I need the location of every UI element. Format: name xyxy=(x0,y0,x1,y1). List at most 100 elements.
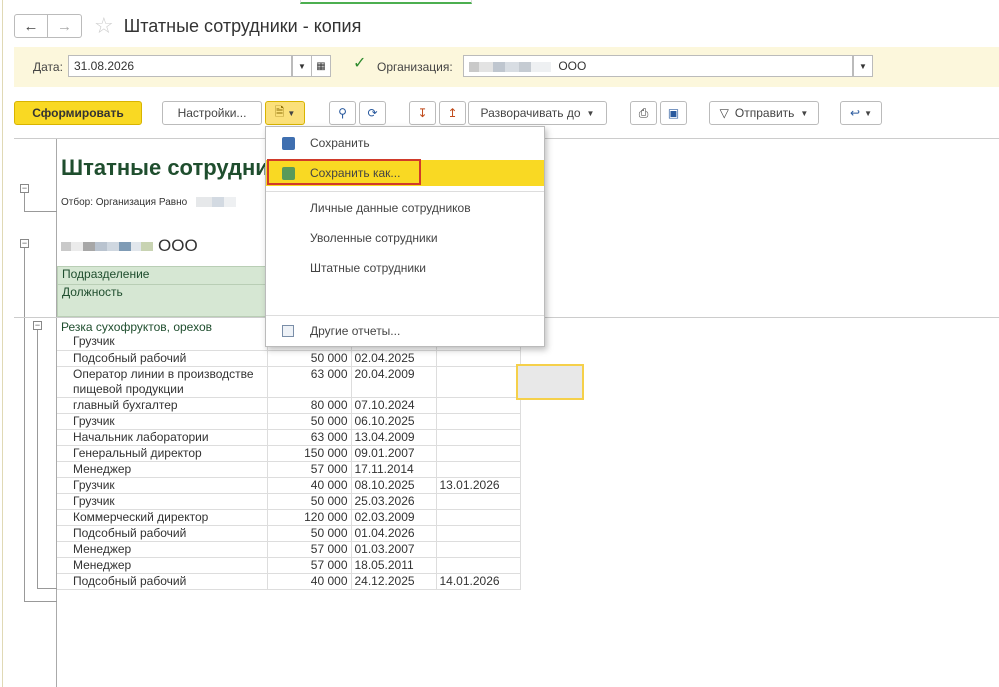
position-cell[interactable]: главный бухгалтер xyxy=(57,397,268,414)
table-row: Оператор линии в производстве пищевой пр… xyxy=(57,366,521,398)
salary-cell[interactable]: 63 000 xyxy=(267,429,352,446)
dismissal-date-cell[interactable]: 14.01.2026 xyxy=(436,573,521,590)
salary-cell[interactable]: 120 000 xyxy=(267,509,352,526)
organization-dropdown-button[interactable]: ▼ xyxy=(853,55,873,77)
hire-date-cell[interactable]: 24.12.2025 xyxy=(351,573,437,590)
generate-button[interactable]: Сформировать xyxy=(14,101,142,125)
position-cell[interactable]: Менеджер xyxy=(57,557,268,574)
calendar-button[interactable]: ▦ xyxy=(311,55,331,77)
hire-date-cell[interactable]: 07.10.2024 xyxy=(351,397,437,414)
hire-date-cell[interactable]: 06.10.2025 xyxy=(351,413,437,430)
print-preview-icon: ▣ xyxy=(667,106,680,120)
print-preview-button[interactable]: ▣ xyxy=(660,101,687,125)
position-cell[interactable]: Оператор линии в производстве пищевой пр… xyxy=(57,366,268,398)
position-cell[interactable]: Грузчик xyxy=(57,413,268,430)
search-button[interactable]: ⚲ xyxy=(329,101,356,125)
salary-cell[interactable]: 57 000 xyxy=(267,541,352,558)
sort-descending-button[interactable]: ↥ xyxy=(439,101,466,125)
position-cell[interactable]: Грузчик xyxy=(57,334,268,351)
table-row: Грузчик 50 000 25.03.2026 xyxy=(57,493,521,510)
hire-date-cell[interactable]: 01.04.2026 xyxy=(351,525,437,542)
salary-cell[interactable]: 40 000 xyxy=(267,477,352,494)
dismissal-date-cell[interactable] xyxy=(436,509,521,526)
app-window: ← → ☆ Штатные сотрудники - копия Дата: 3… xyxy=(0,0,999,687)
dismissal-date-cell[interactable] xyxy=(436,557,521,574)
salary-cell[interactable]: 150 000 xyxy=(267,445,352,462)
salary-cell[interactable]: 57 000 xyxy=(267,461,352,478)
salary-cell[interactable]: 63 000 xyxy=(267,366,352,398)
group-line xyxy=(24,601,57,602)
redacted-block xyxy=(131,241,141,251)
search-refresh-icon: ⟳ xyxy=(367,106,378,120)
salary-cell[interactable]: 50 000 xyxy=(267,413,352,430)
position-cell[interactable]: Менеджер xyxy=(57,541,268,558)
salary-cell[interactable]: 40 000 xyxy=(267,573,352,590)
position-cell[interactable]: Начальник лаборатории xyxy=(57,429,268,446)
dismissal-date-cell[interactable] xyxy=(436,541,521,558)
expand-to-button[interactable]: Разворачивать до ▼ xyxy=(468,101,607,125)
back-button[interactable]: ← xyxy=(14,14,48,38)
sort-ascending-button[interactable]: ↧ xyxy=(409,101,436,125)
dismissal-date-cell[interactable]: 13.01.2026 xyxy=(436,477,521,494)
collapse-toggle-header[interactable]: − xyxy=(20,184,29,193)
salary-cell[interactable]: 50 000 xyxy=(267,350,352,367)
save-variant-button[interactable]: 🗎 ▼ xyxy=(265,101,305,125)
hire-date-cell[interactable]: 01.03.2007 xyxy=(351,541,437,558)
dismissal-date-cell[interactable] xyxy=(436,397,521,414)
dismissal-date-cell[interactable] xyxy=(436,525,521,542)
print-button[interactable]: ⎙ xyxy=(630,101,657,125)
position-cell[interactable]: Менеджер xyxy=(57,461,268,478)
position-cell[interactable]: Грузчик xyxy=(57,493,268,510)
table-row: Менеджер 57 000 18.05.2011 xyxy=(57,557,521,574)
date-field[interactable]: 31.08.2026 xyxy=(68,55,292,77)
dismissal-date-cell[interactable] xyxy=(436,493,521,510)
send-button[interactable]: ▽ Отправить ▼ xyxy=(709,101,819,125)
dismissal-date-cell[interactable] xyxy=(436,413,521,430)
dismissal-date-cell[interactable] xyxy=(436,366,521,398)
more-actions-button[interactable]: ↩ ▼ xyxy=(840,101,882,125)
salary-cell[interactable]: 50 000 xyxy=(267,493,352,510)
save-options-menu: Сохранить Сохранить как... Личные данные… xyxy=(265,126,545,347)
hire-date-cell[interactable]: 02.03.2009 xyxy=(351,509,437,526)
menu-item-other-reports[interactable]: Другие отчеты... xyxy=(266,318,544,344)
save-options-icon: 🗎 xyxy=(274,104,285,119)
favorite-star-icon[interactable]: ☆ xyxy=(94,15,114,37)
active-tab-indicator[interactable] xyxy=(300,0,472,4)
hire-date-cell[interactable]: 02.04.2025 xyxy=(351,350,437,367)
salary-cell[interactable]: 80 000 xyxy=(267,397,352,414)
collapse-toggle-group[interactable]: − xyxy=(33,321,42,330)
hire-date-cell[interactable]: 17.11.2014 xyxy=(351,461,437,478)
settings-button[interactable]: Настройки... xyxy=(162,101,262,125)
position-cell[interactable]: Генеральный директор xyxy=(57,445,268,462)
position-cell[interactable]: Подсобный рабочий xyxy=(57,573,268,590)
position-cell[interactable]: Подсобный рабочий xyxy=(57,350,268,367)
hire-date-cell[interactable]: 20.04.2009 xyxy=(351,366,437,398)
table-row: главный бухгалтер 80 000 07.10.2024 xyxy=(57,397,521,414)
organization-checkbox[interactable]: ✓ xyxy=(353,56,367,72)
menu-item-dismissed-employees[interactable]: Уволенные сотрудники xyxy=(266,225,544,251)
forward-button[interactable]: → xyxy=(48,14,82,38)
position-cell[interactable]: Грузчик xyxy=(57,477,268,494)
position-cell[interactable]: Коммерческий директор xyxy=(57,509,268,526)
dismissal-date-cell[interactable] xyxy=(436,461,521,478)
dismissal-date-cell[interactable] xyxy=(436,350,521,367)
menu-item-personal-data[interactable]: Личные данные сотрудников xyxy=(266,195,544,221)
menu-item-staff-employees[interactable]: Штатные сотрудники xyxy=(266,255,544,281)
date-dropdown-button[interactable]: ▼ xyxy=(292,55,312,77)
hire-date-cell[interactable]: 08.10.2025 xyxy=(351,477,437,494)
position-cell[interactable]: Подсобный рабочий xyxy=(57,525,268,542)
hire-date-cell[interactable]: 25.03.2026 xyxy=(351,493,437,510)
collapse-toggle-organization[interactable]: − xyxy=(20,239,29,248)
menu-item-save[interactable]: Сохранить xyxy=(266,130,544,156)
search-refresh-button[interactable]: ⟳ xyxy=(359,101,386,125)
dismissal-date-cell[interactable] xyxy=(436,429,521,446)
dismissal-date-cell[interactable] xyxy=(436,445,521,462)
selected-cell[interactable] xyxy=(516,364,584,400)
hire-date-cell[interactable]: 13.04.2009 xyxy=(351,429,437,446)
hire-date-cell[interactable]: 09.01.2007 xyxy=(351,445,437,462)
salary-cell[interactable]: 50 000 xyxy=(267,525,352,542)
organization-field[interactable]: ООО xyxy=(463,55,853,77)
chevron-down-icon: ▼ xyxy=(586,108,595,118)
salary-cell[interactable]: 57 000 xyxy=(267,557,352,574)
hire-date-cell[interactable]: 18.05.2011 xyxy=(351,557,437,574)
